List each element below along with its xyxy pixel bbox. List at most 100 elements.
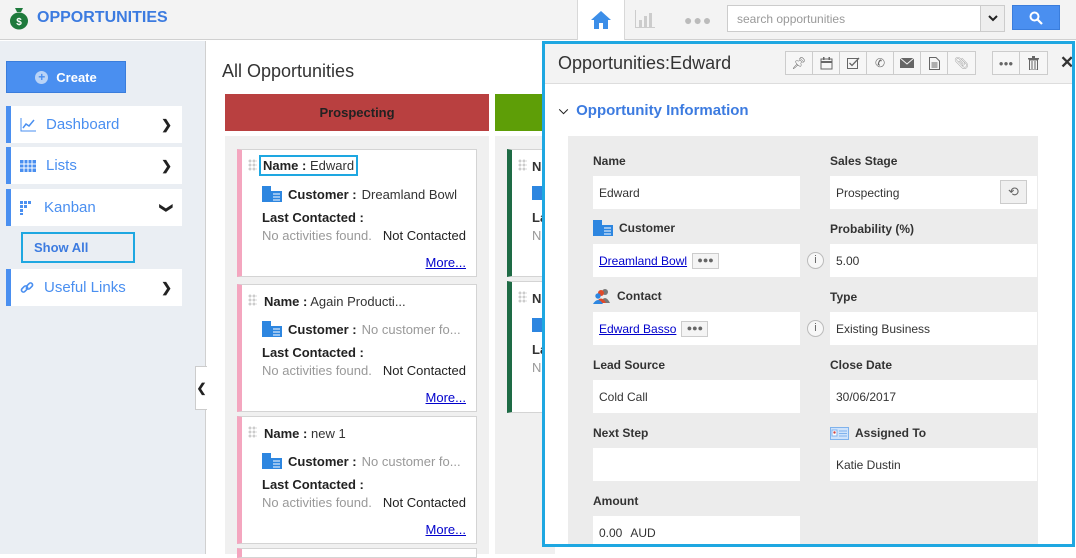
sidebar-item-kanban[interactable]: Kanban ❯ bbox=[6, 189, 182, 226]
customer-link[interactable]: Dreamland Bowl bbox=[599, 254, 687, 268]
next-step-label: Next Step bbox=[593, 426, 649, 440]
panel-title: Opportunities:Edward bbox=[558, 53, 732, 73]
chevron-left-icon: ❮ bbox=[196, 381, 207, 395]
next-step-field[interactable] bbox=[593, 448, 800, 481]
panel-header: Opportunities:Edward 📌︎ ✆ 📎︎ ●●● ✕ bbox=[545, 44, 1075, 84]
search-input[interactable]: search opportunities bbox=[727, 5, 981, 32]
search-icon bbox=[1029, 11, 1043, 25]
attachment-icon: 📎︎ bbox=[953, 56, 970, 70]
lead-source-label: Lead Source bbox=[593, 358, 666, 372]
search-button[interactable] bbox=[1012, 5, 1060, 30]
sidebar-item-useful-links[interactable]: Useful Links ❯ bbox=[6, 269, 182, 306]
task-button[interactable] bbox=[840, 52, 867, 74]
lead-source-field[interactable]: Cold Call bbox=[593, 380, 800, 413]
probability-label: Probability (%) bbox=[830, 222, 915, 236]
chart-icon bbox=[635, 10, 655, 28]
stage-history-button[interactable]: ⟲ bbox=[1000, 180, 1027, 204]
pin-button[interactable]: 📌︎ bbox=[786, 52, 813, 74]
opportunity-card-partial[interactable]: N La N bbox=[507, 281, 547, 413]
building-icon bbox=[593, 220, 613, 236]
chart-button[interactable] bbox=[634, 10, 656, 31]
more-link[interactable]: More... bbox=[426, 255, 466, 270]
drag-handle-icon[interactable] bbox=[248, 159, 257, 171]
sales-stage-field[interactable]: Prospecting ⟲ bbox=[830, 176, 1037, 209]
info-icon[interactable]: i bbox=[807, 252, 824, 269]
drag-handle-icon[interactable] bbox=[518, 159, 527, 171]
money-bag-icon: $ bbox=[10, 8, 28, 30]
search-dropdown-button[interactable] bbox=[981, 5, 1005, 32]
chevron-right-icon: ❯ bbox=[161, 116, 172, 132]
note-button[interactable] bbox=[921, 52, 948, 74]
trash-icon bbox=[1028, 56, 1039, 70]
contact-link[interactable]: Edward Basso bbox=[599, 322, 676, 336]
section-opportunity-information[interactable]: ⌵ Opportunity Information bbox=[559, 102, 749, 119]
email-button[interactable] bbox=[894, 52, 921, 74]
sales-stage-value: Prospecting bbox=[836, 185, 900, 200]
card-customer: Customer : No customer fo... bbox=[262, 453, 461, 469]
dashboard-icon bbox=[20, 117, 36, 131]
last-contacted-label: Last Contacted : bbox=[262, 210, 364, 225]
close-icon: ✕ bbox=[1060, 53, 1075, 72]
sidebar-item-label: Dashboard bbox=[46, 116, 120, 133]
close-panel-button[interactable]: ✕ bbox=[1060, 53, 1075, 73]
more-link[interactable]: More... bbox=[426, 390, 466, 405]
type-label: Type bbox=[830, 290, 858, 304]
drag-handle-icon[interactable] bbox=[518, 291, 527, 303]
delete-button[interactable] bbox=[1020, 52, 1047, 74]
opportunity-card-partial[interactable]: N La N bbox=[507, 149, 547, 277]
opportunity-card[interactable]: Name : new 1 Customer : No customer fo...… bbox=[237, 416, 477, 544]
contact-more-button[interactable]: ●●● bbox=[681, 320, 709, 337]
opportunity-card[interactable]: Name : Again Producti... Customer : No cu… bbox=[237, 284, 477, 412]
more-link[interactable]: More... bbox=[426, 522, 466, 537]
more-actions-button[interactable]: ●●● bbox=[993, 52, 1020, 74]
building-icon bbox=[262, 321, 282, 337]
calendar-button[interactable] bbox=[813, 52, 840, 74]
customer-more-button[interactable]: ●●● bbox=[692, 252, 720, 269]
phone-button[interactable]: ✆ bbox=[867, 52, 894, 74]
drag-handle-icon[interactable] bbox=[248, 426, 257, 438]
building-icon bbox=[262, 453, 282, 469]
sidebar-item-label: Kanban bbox=[44, 199, 96, 216]
contacts-icon bbox=[593, 289, 610, 304]
pin-icon: 📌︎ bbox=[791, 56, 807, 70]
assigned-to-field[interactable]: Katie Dustin bbox=[830, 448, 1037, 481]
last-contacted-label: Last Contacted : bbox=[262, 345, 364, 360]
name-field[interactable]: Edward bbox=[593, 176, 800, 209]
chevron-right-icon: ❯ bbox=[161, 157, 172, 173]
create-label: Create bbox=[56, 69, 97, 85]
opportunity-card[interactable]: Name : Edward Customer : Dreamland Bowl L… bbox=[237, 149, 477, 277]
top-bar: $ OPPORTUNITIES ●●● search opportunities bbox=[0, 0, 1076, 40]
amount-field[interactable]: 0.00 AUD bbox=[593, 516, 800, 544]
sales-stage-label: Sales Stage bbox=[830, 154, 898, 168]
info-icon[interactable]: i bbox=[807, 320, 824, 337]
close-date-label: Close Date bbox=[830, 358, 893, 372]
last-contacted-label: Last Contacted : bbox=[262, 477, 364, 492]
more-icon: ●●● bbox=[684, 12, 713, 28]
contact-field: Edward Basso ●●● bbox=[593, 312, 800, 345]
kanban-show-all[interactable]: Show All bbox=[21, 232, 135, 263]
type-field[interactable]: Existing Business bbox=[830, 312, 1037, 345]
more-nav-button[interactable]: ●●● bbox=[684, 12, 712, 28]
probability-field[interactable]: 5.00 bbox=[830, 244, 1037, 277]
drag-handle-icon[interactable] bbox=[248, 294, 257, 306]
card-customer: Customer : Dreamland Bowl bbox=[262, 186, 457, 202]
sidebar-item-label: Useful Links bbox=[44, 279, 126, 296]
collapse-sidebar-button[interactable]: ❮ bbox=[195, 366, 207, 410]
attachment-button[interactable]: 📎︎ bbox=[948, 52, 975, 74]
note-icon bbox=[928, 56, 940, 70]
opportunity-detail-panel: Opportunities:Edward 📌︎ ✆ 📎︎ ●●● ✕ ⌵ Opp… bbox=[542, 41, 1075, 547]
assigned-to-label: Assigned To bbox=[830, 426, 926, 440]
card-name: N bbox=[532, 291, 542, 306]
sidebar-item-dashboard[interactable]: Dashboard ❯ bbox=[6, 106, 182, 143]
chevron-down-icon bbox=[987, 15, 998, 22]
customer-field: Dreamland Bowl ●●● bbox=[593, 244, 800, 277]
svg-text:$: $ bbox=[16, 17, 22, 28]
app-title: OPPORTUNITIES bbox=[37, 9, 168, 26]
sidebar-item-lists[interactable]: Lists ❯ bbox=[6, 147, 182, 184]
create-button[interactable]: + Create bbox=[6, 61, 126, 93]
home-button[interactable] bbox=[577, 0, 625, 40]
contact-status: Not Contacted bbox=[382, 495, 466, 510]
opportunity-card[interactable] bbox=[237, 548, 477, 558]
contact-status: Not Contacted bbox=[382, 228, 466, 243]
close-date-field[interactable]: 30/06/2017 bbox=[830, 380, 1037, 413]
